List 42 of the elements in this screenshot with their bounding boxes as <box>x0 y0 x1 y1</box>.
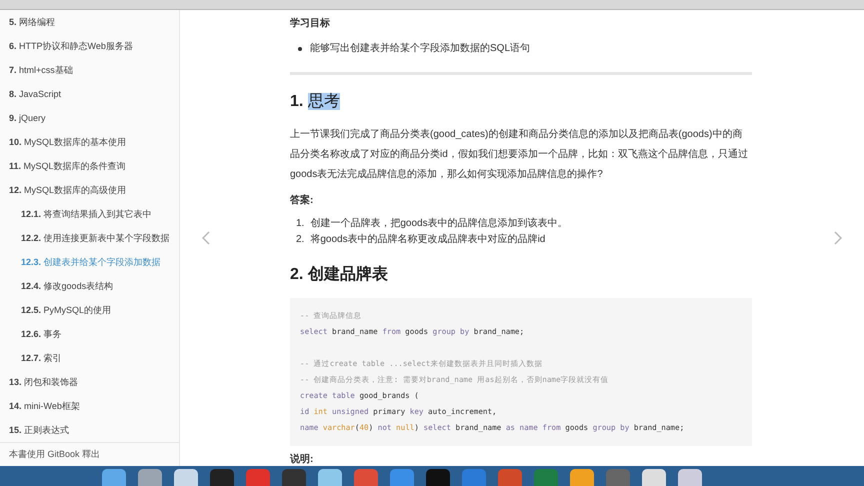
app-icon[interactable] <box>642 469 666 486</box>
sidebar-item[interactable]: 13. 闭包和装饰器 <box>0 370 179 394</box>
sidebar-item[interactable]: 12.7. 索引 <box>0 346 179 370</box>
answer-title: 答案: <box>290 193 314 208</box>
app-icon[interactable] <box>174 469 198 486</box>
section-heading: 2. 创建品牌表 <box>290 264 389 285</box>
sidebar-item[interactable]: 12.1. 将查询结果插入到其它表中 <box>0 202 179 226</box>
sidebar-item[interactable]: 12.5. PyMySQL的使用 <box>0 298 179 322</box>
app-icon[interactable] <box>318 469 342 486</box>
app-icon[interactable] <box>678 469 702 486</box>
sidebar-item[interactable]: 7. html+css基础 <box>0 58 179 82</box>
sidebar-item[interactable]: 12.2. 使用连接更新表中某个字段数据 <box>0 226 179 250</box>
app-icon[interactable] <box>138 469 162 486</box>
sidebar-item[interactable]: 15. 正则表达式 <box>0 418 179 442</box>
app-icon[interactable] <box>210 469 234 486</box>
sidebar-item[interactable]: 12.6. 事务 <box>0 322 179 346</box>
gitbook-footer-link[interactable]: 本書使用 GitBook 釋出 <box>9 448 100 462</box>
sidebar-item[interactable]: 12.4. 修改goods表结构 <box>0 274 179 298</box>
sidebar-item[interactable]: 11. MySQL数据库的条件查询 <box>0 154 179 178</box>
sidebar-item[interactable]: 6. HTTP协议和静态Web服务器 <box>0 34 179 58</box>
app-icon[interactable] <box>570 469 594 486</box>
bullet-icon <box>298 46 302 50</box>
section-heading: 1. 思考 <box>290 92 341 112</box>
sidebar-item[interactable]: 5. 网络编程 <box>0 10 179 34</box>
paragraph: 上一节课我们完成了商品分类表(good_cates)的创建和商品分类信息的添加以及把商品表(goods)中的商品分类名称改成了对应的商品分类id，假如我们想要添加一个品牌，比如：双飞燕这个品牌信息，只通过goods表无法完成品牌信息的添加，那么如何实现添加品牌信息的操作? <box>290 128 749 182</box>
answer-text: 创建一个品牌表，把goods表中的品牌信息添加到该表中。 <box>310 216 568 231</box>
answer-text: 将goods表中的品牌名称更改成品牌表中对应的品牌id <box>310 232 546 247</box>
goal-text: 能够写出创建表并给某个字段添加数据的SQL语句 <box>310 42 530 56</box>
note-title: 说明: <box>290 452 314 467</box>
sidebar-item[interactable]: 8. JavaScript <box>0 82 179 106</box>
next-page-icon[interactable] <box>834 231 842 245</box>
sidebar-item[interactable]: 14. mini-Web框架 <box>0 394 179 418</box>
sidebar-item[interactable]: 9. jQuery <box>0 106 179 130</box>
goal-title: 学习目标 <box>290 16 331 31</box>
list-number: 1. <box>296 217 304 231</box>
sidebar-item[interactable]: 12. MySQL数据库的高级使用 <box>0 178 179 202</box>
app-icon[interactable] <box>390 469 414 486</box>
app-icon[interactable] <box>102 469 126 486</box>
sidebar-item[interactable]: 10. MySQL数据库的基本使用 <box>0 130 179 154</box>
list-number: 2. <box>296 233 304 247</box>
app-icon[interactable] <box>426 469 450 486</box>
previous-page-icon[interactable] <box>202 231 210 245</box>
